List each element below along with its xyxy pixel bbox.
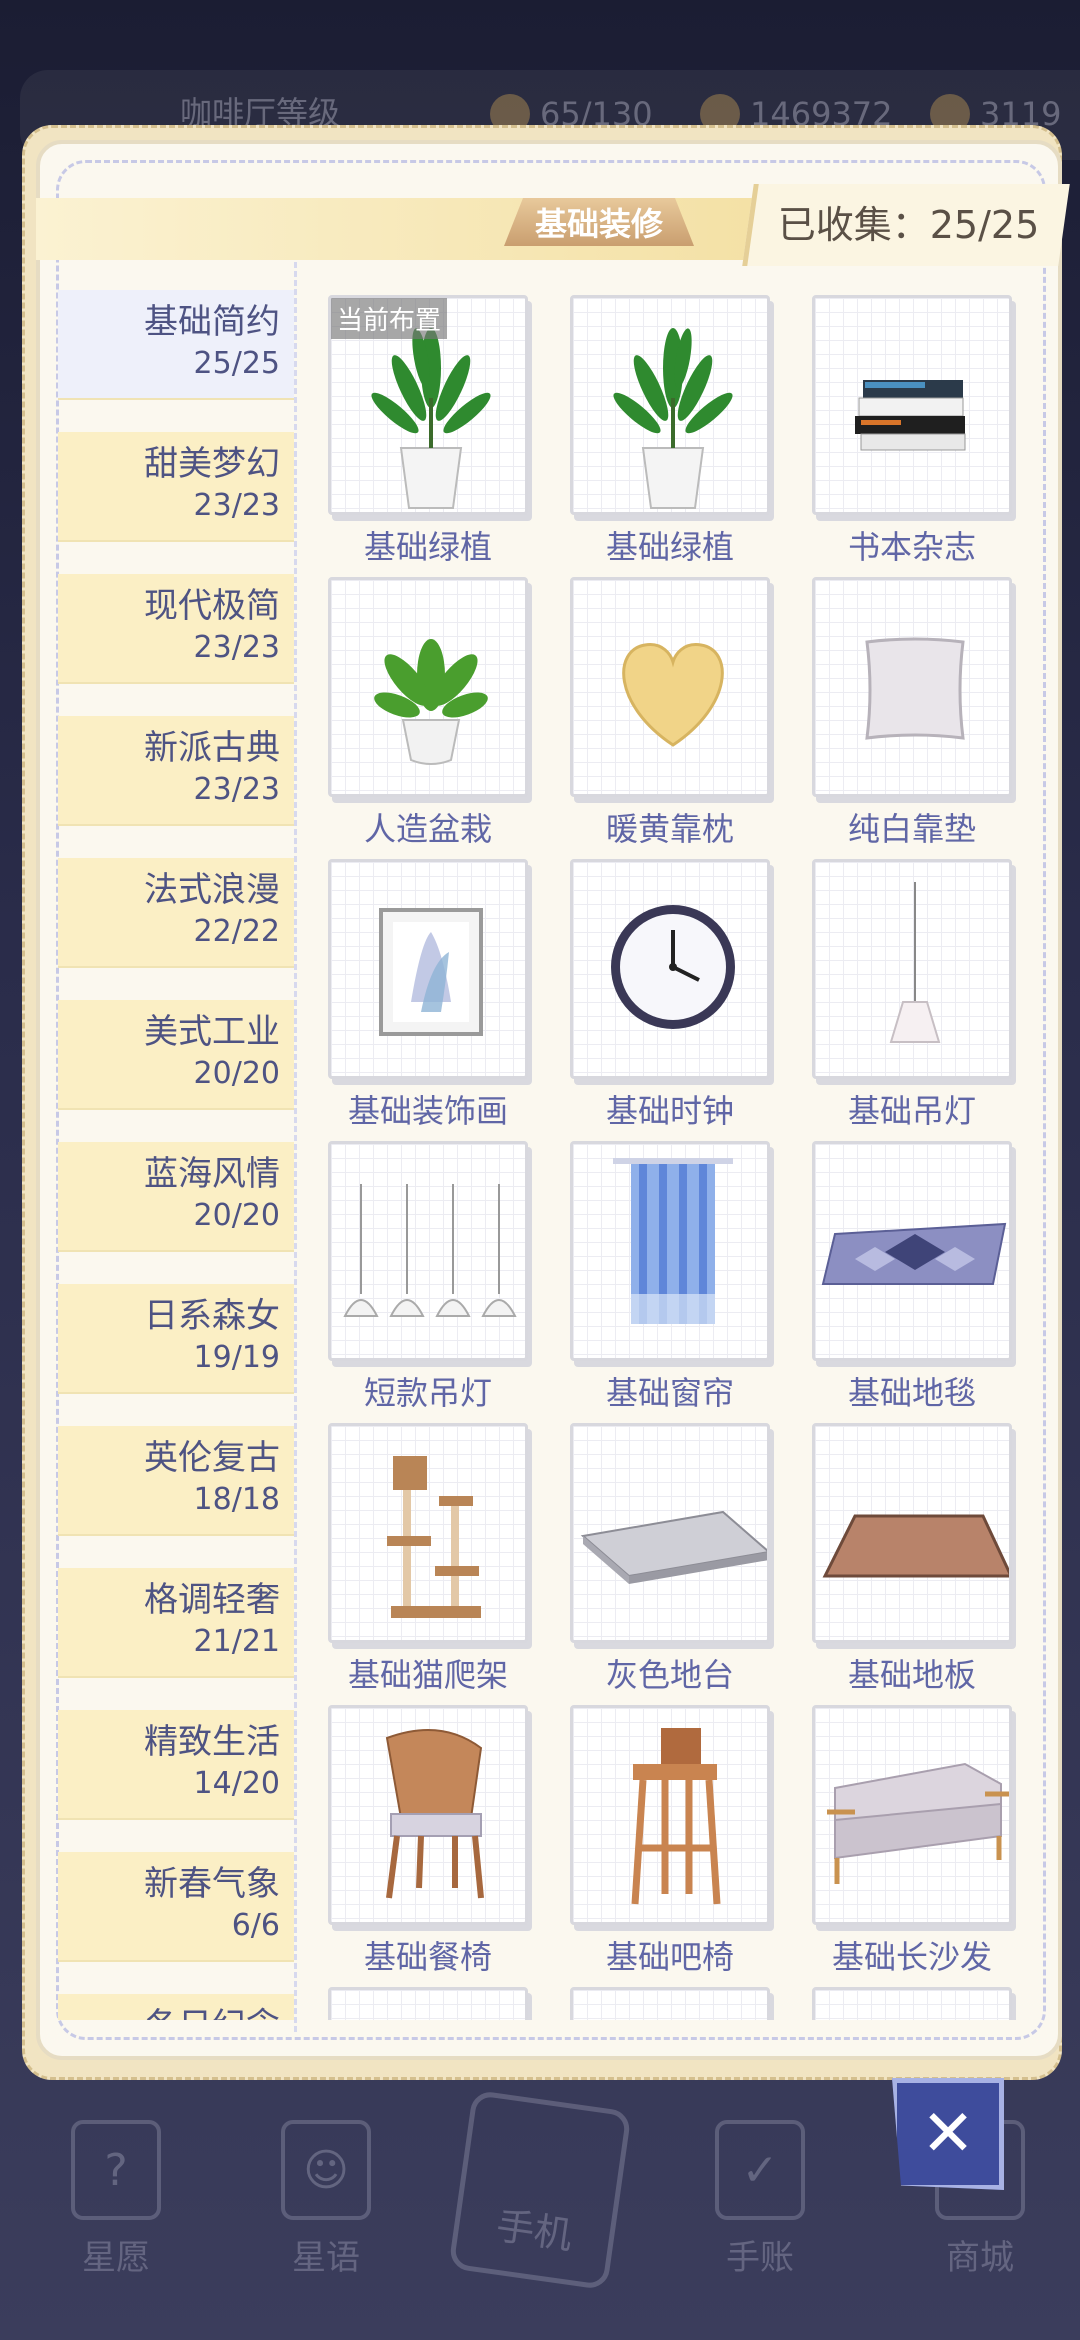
- item-card[interactable]: 基础餐椅: [300, 1700, 528, 1976]
- item-label: 基础猫爬架: [347, 1656, 508, 1694]
- category-item[interactable]: 法式浪漫 22/22: [58, 858, 294, 968]
- item-label: 基础时钟: [605, 1092, 734, 1130]
- nav-wish: ? 星愿: [36, 2120, 196, 2279]
- cushion-icon: [865, 637, 965, 740]
- item-label: 书本杂志: [847, 528, 976, 566]
- bar-stool-icon: [631, 1728, 721, 1905]
- item-label: 暖黄靠枕: [605, 810, 734, 848]
- rug-icon: [821, 1222, 1007, 1285]
- nav-journal: ✓ 手账: [680, 2120, 840, 2279]
- plant-icon: [613, 328, 733, 509]
- sofa-icon: [827, 1762, 1009, 1884]
- item-card[interactable]: 基础吊灯: [784, 854, 1012, 1130]
- item-label: 基础地毯: [847, 1374, 976, 1412]
- item-card[interactable]: 基础长沙发: [784, 1700, 1012, 1976]
- item-label: 基础绿植: [363, 528, 492, 566]
- books-icon: [855, 380, 966, 451]
- category-item[interactable]: 美式工业 20/20: [58, 1000, 294, 1110]
- item-card[interactable]: 灰色地台: [542, 1418, 770, 1694]
- item-card[interactable]: 基础装饰画: [300, 854, 528, 1130]
- category-item[interactable]: 新春气象 6/6: [58, 1852, 294, 1962]
- category-item[interactable]: 甜美梦幻 23/23: [58, 432, 294, 542]
- close-button[interactable]: ✕: [892, 2078, 1004, 2190]
- curtain-icon: [613, 1158, 733, 1324]
- item-card[interactable]: 暖黄靠枕: [542, 572, 770, 848]
- heart-pillow-icon: [622, 643, 724, 747]
- item-label: 短款吊灯: [363, 1374, 492, 1412]
- potted-plant-icon: [374, 639, 488, 765]
- wish-card-icon: ?: [71, 2120, 161, 2220]
- short-lamps-icon: [343, 1184, 517, 1317]
- item-label: 灰色地台: [605, 1656, 734, 1694]
- close-icon: ✕: [921, 2097, 975, 2171]
- category-item[interactable]: 新派古典 23/23: [58, 716, 294, 826]
- item-card[interactable]: [300, 1982, 528, 2020]
- category-item[interactable]: 精致生活 14/20: [58, 1710, 294, 1820]
- item-card[interactable]: 当前布置 基础绿植: [300, 290, 528, 566]
- category-item[interactable]: 基础简约 25/25: [58, 290, 294, 400]
- item-card[interactable]: 纯白靠垫: [784, 572, 1012, 848]
- item-card[interactable]: [542, 1982, 770, 2020]
- tab-basic-decor[interactable]: 基础装修: [504, 198, 694, 246]
- pendant-lamp-icon: [889, 882, 941, 1043]
- floor-icon: [822, 1514, 1009, 1578]
- item-label: 基础吊灯: [847, 1092, 976, 1130]
- item-card[interactable]: 书本杂志: [784, 290, 1012, 566]
- item-grid[interactable]: 当前布置 基础绿植 基础绿植 书本杂志 人造盆栽 暖黄靠枕 纯白靠垫 基础装饰画…: [300, 290, 1040, 2020]
- category-item[interactable]: 冬日纪念: [58, 1994, 294, 2020]
- item-label: 人造盆栽: [363, 810, 492, 848]
- item-label: 基础装饰画: [347, 1092, 508, 1130]
- painting-icon: [379, 908, 483, 1036]
- item-card[interactable]: 基础窗帘: [542, 1136, 770, 1412]
- item-card[interactable]: 基础吧椅: [542, 1700, 770, 1976]
- item-card[interactable]: 基础时钟: [542, 854, 770, 1130]
- category-item[interactable]: 英伦复古 18/18: [58, 1426, 294, 1536]
- gray-platform-icon: [580, 1510, 767, 1584]
- dining-chair-icon: [385, 1729, 484, 1899]
- item-label: 基础窗帘: [605, 1374, 734, 1412]
- item-label: 基础吧椅: [605, 1938, 734, 1976]
- item-label: 基础地板: [847, 1656, 976, 1694]
- clock-icon: [611, 905, 735, 1029]
- current-placed-badge: 当前布置: [331, 298, 448, 339]
- star-talk-icon: ☺: [281, 2120, 371, 2220]
- category-item[interactable]: 日系森女 19/19: [58, 1284, 294, 1394]
- nav-star-talk: ☺ 星语: [246, 2120, 406, 2279]
- cat-tree-icon: [387, 1456, 481, 1618]
- category-item[interactable]: 蓝海风情 20/20: [58, 1142, 294, 1252]
- item-label: 纯白靠垫: [847, 810, 976, 848]
- item-card[interactable]: 基础绿植: [542, 290, 770, 566]
- category-divider: [294, 262, 297, 2032]
- item-card[interactable]: 基础猫爬架: [300, 1418, 528, 1694]
- item-label: 基础绿植: [605, 528, 734, 566]
- category-item[interactable]: 现代极简 23/23: [58, 574, 294, 684]
- category-list[interactable]: 基础简约 25/25 甜美梦幻 23/23 现代极简 23/23 新派古典 23…: [58, 290, 294, 2020]
- item-label: 基础餐椅: [363, 1938, 492, 1976]
- collected-count: 已收集：25/25: [742, 184, 1070, 266]
- item-card[interactable]: 基础地板: [784, 1418, 1012, 1694]
- category-item[interactable]: 格调轻奢 21/21: [58, 1568, 294, 1678]
- item-card[interactable]: 人造盆栽: [300, 572, 528, 848]
- item-card[interactable]: [784, 1982, 1012, 2020]
- journal-icon: ✓: [715, 2120, 805, 2220]
- item-card[interactable]: 基础地毯: [784, 1136, 1012, 1412]
- item-label: 基础长沙发: [831, 1938, 992, 1976]
- nav-phone: 手机: [448, 2089, 632, 2291]
- item-card[interactable]: 短款吊灯: [300, 1136, 528, 1412]
